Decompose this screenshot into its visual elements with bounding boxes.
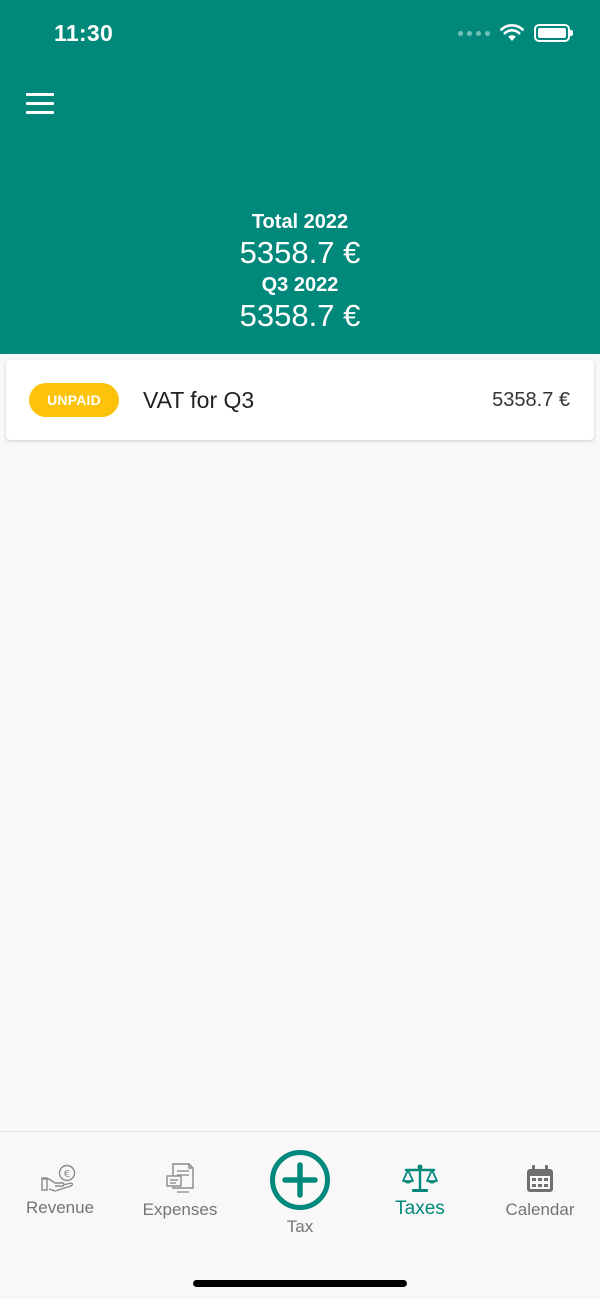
nav-tax-label: Tax — [286, 1217, 314, 1236]
nav-expenses-label: Expenses — [142, 1200, 218, 1219]
menu-button[interactable] — [26, 93, 56, 117]
battery-icon — [534, 24, 573, 42]
nav-revenue-label: Revenue — [25, 1198, 95, 1217]
nav-calendar-label: Calendar — [505, 1200, 575, 1219]
menu-icon — [26, 93, 54, 114]
scales-icon — [402, 1164, 438, 1192]
nav-calendar[interactable]: Calendar — [480, 1132, 600, 1220]
total-label: Total 2022 — [251, 211, 349, 233]
signal-icon — [458, 30, 490, 36]
tax-title: VAT for Q3 — [143, 386, 255, 413]
status-icons — [458, 22, 573, 44]
tax-summary: Total 2022 5358.7 € Q3 2022 5358.7 € — [0, 208, 600, 334]
expenses-receipt-icon — [166, 1163, 194, 1193]
bottom-navigation: € Revenue Expenses Tax Taxes Calendar — [0, 1131, 600, 1299]
status-badge: UNPAID — [29, 383, 119, 417]
app-header: 11:30 Total 2022 5358.7 € Q3 2022 5358.7… — [0, 0, 600, 354]
nav-taxes[interactable]: Taxes — [360, 1132, 480, 1220]
quarter-value: 5358.7 € — [239, 298, 361, 333]
calendar-icon — [527, 1165, 553, 1192]
quarter-label: Q3 2022 — [261, 274, 339, 296]
nav-taxes-label: Taxes — [395, 1198, 445, 1219]
status-time: 11:30 — [54, 20, 114, 46]
home-indicator — [193, 1280, 407, 1287]
nav-expenses[interactable]: Expenses — [120, 1132, 240, 1220]
svg-text:€: € — [64, 1169, 70, 1180]
add-circle-icon — [270, 1150, 330, 1210]
tax-amount: 5358.7 € — [492, 388, 570, 411]
wifi-icon — [500, 24, 524, 41]
nav-add-tax[interactable]: Tax — [240, 1132, 360, 1237]
revenue-hand-euro-icon: € — [41, 1164, 76, 1192]
nav-revenue[interactable]: € Revenue — [0, 1132, 120, 1218]
total-value: 5358.7 € — [239, 235, 361, 270]
tax-list-item[interactable]: UNPAID VAT for Q3 5358.7 € — [6, 360, 594, 440]
